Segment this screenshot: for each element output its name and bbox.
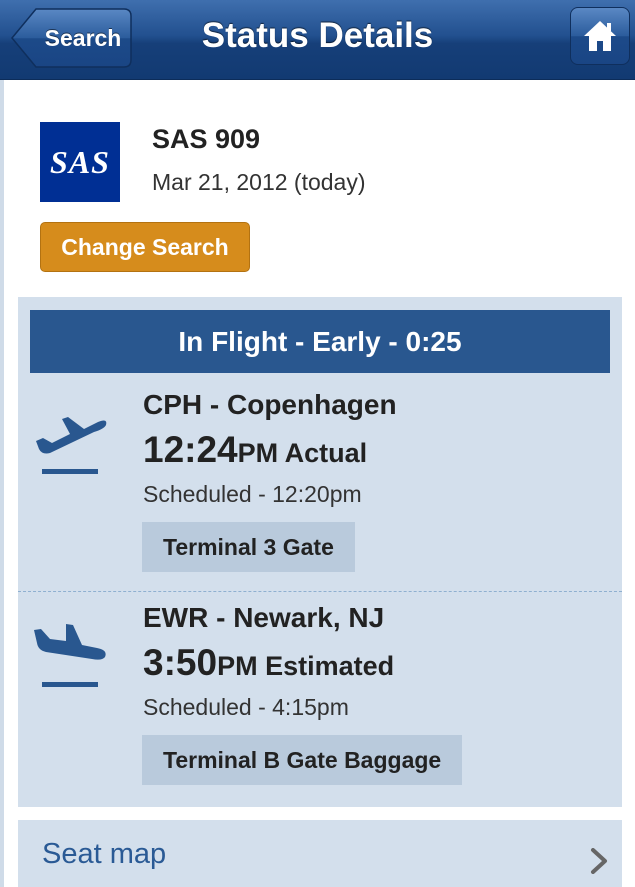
flight-date: Mar 21, 2012 (today) [152,169,366,195]
flight-status-banner: In Flight - Early - 0:25 [30,310,610,373]
arrival-time-value: 3:50 [143,642,218,683]
page-title: Status Details [201,16,434,55]
departure-time-suffix: PM Actual [237,438,368,468]
departure-time: 12:24PM Actual [143,429,367,471]
departure-time-value: 12:24 [143,429,238,470]
departure-segment: CPH - Copenhagen 12:24PM Actual Schedule… [18,379,622,592]
change-search-button[interactable]: Change Search [40,222,250,272]
departure-scheduled: Scheduled - 12:20pm [143,481,362,507]
home-button[interactable] [570,7,630,65]
arrival-gate-badge: Terminal B Gate Baggage [142,735,463,785]
landing-icon [34,624,106,687]
home-icon [584,21,616,51]
navigation-bar: Search Status Details [0,0,635,80]
arrival-time-suffix: PM Estimated [217,651,395,681]
seat-map-link[interactable]: Seat map [42,838,166,871]
back-button-label: Search [44,25,122,51]
arrival-scheduled: Scheduled - 4:15pm [143,694,349,720]
flight-number: SAS 909 [152,124,261,154]
departure-airport: CPH - Copenhagen [143,389,397,420]
seat-map-row[interactable]: Seat map [18,820,622,887]
back-button[interactable]: Search [10,8,132,68]
airline-logo: SAS [40,122,120,202]
flight-header: SAS SAS 909 Mar 21, 2012 (today) Change … [4,97,635,297]
arrival-airport: EWR - Newark, NJ [143,602,385,633]
chevron-right-icon [591,848,607,874]
takeoff-icon [36,417,107,474]
status-panel: In Flight - Early - 0:25 CPH - Copenhage… [18,297,622,807]
departure-gate-badge: Terminal 3 Gate [142,522,355,572]
arrival-segment: EWR - Newark, NJ 3:50PM Estimated Schedu… [18,592,622,807]
airline-logo-text: SAS [50,143,110,180]
arrival-time: 3:50PM Estimated [143,642,394,684]
